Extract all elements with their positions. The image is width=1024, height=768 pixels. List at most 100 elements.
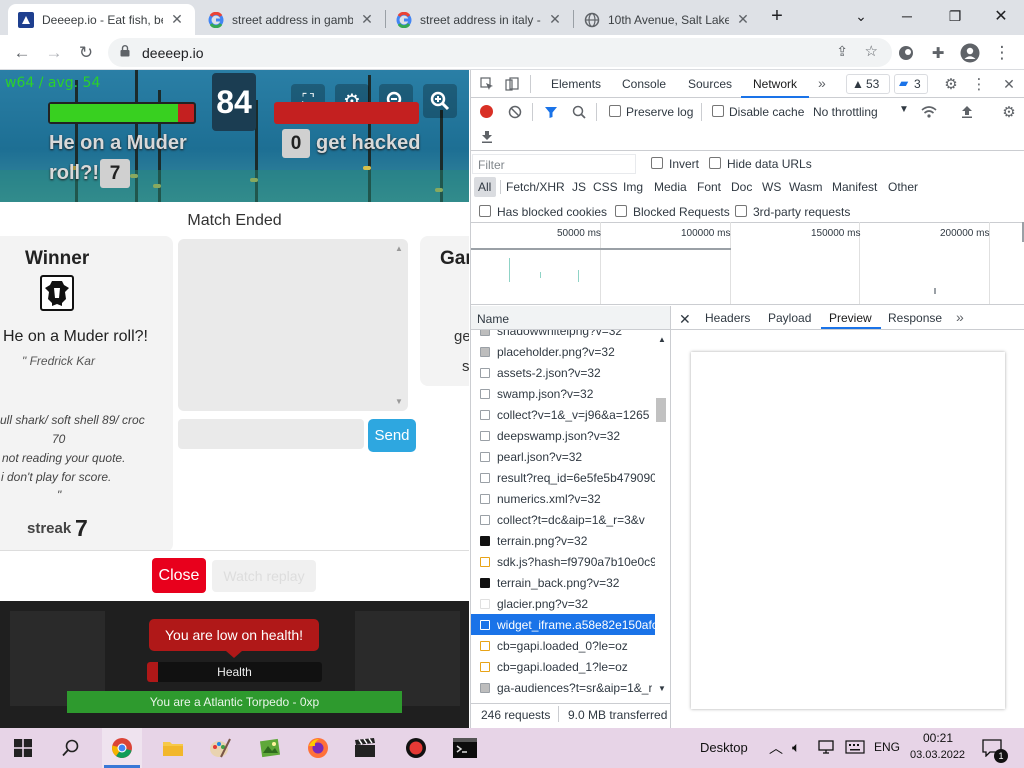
clock-date[interactable]: 03.03.2022 xyxy=(910,749,965,761)
disable-cache-checkbox[interactable] xyxy=(712,105,724,117)
request-row[interactable]: terrain_back.png?v=32 xyxy=(471,572,655,593)
request-row[interactable]: cb=gapi.loaded_1?le=oz xyxy=(471,656,655,677)
clear-icon[interactable] xyxy=(507,104,522,119)
new-tab-button[interactable]: + xyxy=(762,0,792,32)
scroll-up-arrow-icon[interactable]: ▲ xyxy=(658,335,666,344)
request-row[interactable]: sdk.js?hash=f9790a7b10e0c9 xyxy=(471,551,655,572)
request-row[interactable]: terrain.png?v=32 xyxy=(471,530,655,551)
tab-preview[interactable]: Preview xyxy=(829,311,872,325)
type-filter-media[interactable]: Media xyxy=(654,180,687,194)
name-column-header[interactable]: Name xyxy=(471,306,670,330)
request-row[interactable]: collect?v=1&_v=j96&a=1265 xyxy=(471,404,655,425)
extension-circle-icon[interactable] xyxy=(894,41,918,65)
close-tab-icon[interactable]: ✕ xyxy=(735,11,751,28)
close-window-button[interactable]: ✕ xyxy=(978,0,1024,32)
devtools-settings-gear-icon[interactable]: ⚙ xyxy=(943,76,959,93)
video-editor-clapper-icon[interactable] xyxy=(345,728,385,768)
preserve-log-checkbox[interactable] xyxy=(609,105,621,117)
tab-sources[interactable]: Sources xyxy=(688,77,732,91)
type-filter-css[interactable]: CSS xyxy=(593,180,618,194)
search-icon[interactable] xyxy=(51,728,91,768)
keyboard-icon[interactable] xyxy=(845,740,865,757)
request-row[interactable]: cb=gapi.loaded_0?le=oz xyxy=(471,635,655,656)
tab-response[interactable]: Response xyxy=(888,311,942,325)
volume-icon[interactable]: 🔈︎ xyxy=(792,739,800,756)
type-filter-js[interactable]: JS xyxy=(572,180,586,194)
filter-funnel-icon[interactable] xyxy=(543,104,558,119)
request-row[interactable]: swamp.json?v=32 xyxy=(471,383,655,404)
device-toolbar-icon[interactable] xyxy=(504,76,520,92)
firefox-app-icon[interactable] xyxy=(298,728,338,768)
paint-app-icon[interactable] xyxy=(200,728,240,768)
request-row[interactable]: collect?t=dc&aip=1&_r=3&v xyxy=(471,509,655,530)
reload-icon[interactable]: ↻ xyxy=(72,39,100,67)
overview-selection-bar[interactable] xyxy=(471,248,731,250)
close-tab-icon[interactable]: ✕ xyxy=(359,11,375,28)
request-row[interactable]: shadowwhitelpng?v=32 xyxy=(471,330,655,341)
tab-network[interactable]: Network xyxy=(753,77,797,91)
address-bar[interactable]: deeeep.io ⇪ ☆ xyxy=(108,38,892,67)
invert-checkbox[interactable] xyxy=(651,157,663,169)
tab-google-italy[interactable]: street address in italy - ✕ xyxy=(386,4,573,35)
minimize-button[interactable]: ─ xyxy=(884,0,930,32)
record-icon[interactable] xyxy=(480,105,493,118)
filter-input[interactable]: Filter xyxy=(472,154,636,174)
file-explorer-icon[interactable] xyxy=(153,728,193,768)
type-filter-font[interactable]: Font xyxy=(697,180,721,194)
profile-avatar-icon[interactable] xyxy=(958,41,982,65)
forward-arrow-icon[interactable]: → xyxy=(40,39,68,67)
request-row[interactable]: result?req_id=6e5fe5b479090 xyxy=(471,467,655,488)
chrome-app-icon[interactable] xyxy=(102,728,142,768)
request-row[interactable]: ga-audiences?t=sr&aip=1&_r xyxy=(471,677,655,698)
type-filter-wasm[interactable]: Wasm xyxy=(789,180,823,194)
dropdown-arrow-icon[interactable]: ▼ xyxy=(899,104,909,115)
scroll-down-arrow-icon[interactable]: ▼ xyxy=(658,684,666,693)
terminal-app-icon[interactable] xyxy=(445,728,485,768)
chat-input[interactable] xyxy=(178,419,364,449)
request-row[interactable]: pearl.json?v=32 xyxy=(471,446,655,467)
blocked-requests-checkbox[interactable] xyxy=(615,205,627,217)
devtools-close-icon[interactable]: ✕ xyxy=(1001,76,1017,92)
request-row[interactable]: placeholder.png?v=32 xyxy=(471,341,655,362)
tab-google-gamb[interactable]: street address in gamb ✕ xyxy=(198,4,385,35)
devtools-menu-kebab-icon[interactable]: ⋮ xyxy=(971,76,987,93)
type-filter-doc[interactable]: Doc xyxy=(731,180,752,194)
game-viewport[interactable]: w64 / avg. 54 84 ⛶ ⚙ He on a Muder roll?… xyxy=(0,70,469,730)
tab-salt-lake[interactable]: 10th Avenue, Salt Lake ✕ xyxy=(574,4,761,35)
network-settings-gear-icon[interactable]: ⚙ xyxy=(1001,104,1017,121)
type-filter-img[interactable]: Img xyxy=(623,180,643,194)
extensions-puzzle-icon[interactable]: ✚ xyxy=(926,41,950,65)
inspect-element-icon[interactable] xyxy=(479,76,495,92)
send-button[interactable]: Send xyxy=(368,419,416,452)
restore-button[interactable]: ❐ xyxy=(932,0,978,32)
search-icon[interactable] xyxy=(571,104,586,119)
close-detail-icon[interactable]: ✕ xyxy=(679,311,691,328)
language-indicator[interactable]: ENG xyxy=(874,740,900,754)
menu-kebab-icon[interactable]: ⋮ xyxy=(990,41,1014,65)
network-monitor-icon[interactable] xyxy=(818,740,834,757)
type-filter-fetch-xhr[interactable]: Fetch/XHR xyxy=(506,180,565,194)
chat-scrollbar[interactable]: ▲ ▼ xyxy=(395,242,405,408)
type-filter-ws[interactable]: WS xyxy=(762,180,781,194)
tab-elements[interactable]: Elements xyxy=(551,77,601,91)
clock-time[interactable]: 00:21 xyxy=(923,731,953,745)
third-party-checkbox[interactable] xyxy=(735,205,747,217)
request-row[interactable]: glacier.png?v=32 xyxy=(471,593,655,614)
type-filter-manifest[interactable]: Manifest xyxy=(832,180,877,194)
type-filter-other[interactable]: Other xyxy=(888,180,918,194)
close-tab-icon[interactable]: ✕ xyxy=(169,11,185,28)
screen-recorder-icon[interactable] xyxy=(396,728,436,768)
import-har-upload-icon[interactable] xyxy=(959,104,974,119)
request-list-scrollbar[interactable]: ▲ ▼ xyxy=(655,330,669,702)
chat-log[interactable] xyxy=(178,239,408,411)
windows-start-icon[interactable] xyxy=(3,728,43,768)
request-list[interactable]: shadowwhitelpng?v=32 placeholder.png?v=32… xyxy=(471,330,655,702)
request-row[interactable]: numerics.xml?v=32 xyxy=(471,488,655,509)
request-row[interactable]: widget_iframe.a58e82e150afc xyxy=(471,614,655,635)
bookmark-star-icon[interactable]: ☆ xyxy=(865,42,878,60)
close-tab-icon[interactable]: ✕ xyxy=(547,11,563,28)
watch-replay-button[interactable]: Watch replay xyxy=(212,560,316,592)
share-icon[interactable]: ⇪ xyxy=(836,43,848,60)
scroll-up-arrow-icon[interactable]: ▲ xyxy=(395,244,403,253)
back-arrow-icon[interactable]: ← xyxy=(8,39,36,67)
